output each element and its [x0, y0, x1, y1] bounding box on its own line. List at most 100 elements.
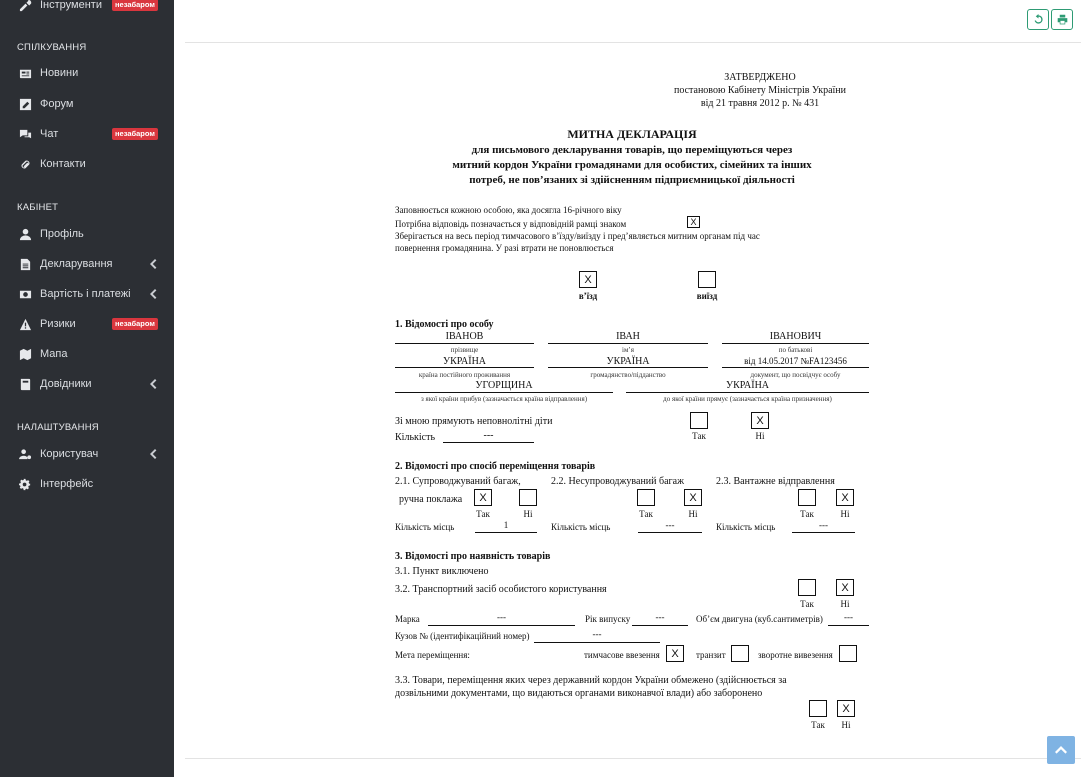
re-export-checkbox[interactable] — [839, 645, 857, 662]
children-question: Зі мною прямують неповнолітні діти — [395, 416, 553, 427]
brand-value[interactable]: --- — [428, 612, 575, 622]
document-subtitle-1: для письмового декларування товарів, що … — [471, 144, 793, 156]
section-1-heading: 1. Відомості про особу — [395, 319, 494, 330]
sample-mark-box: X — [687, 216, 700, 228]
children-no-label: Ні — [755, 431, 765, 441]
restricted-goods-no-checkbox[interactable]: X — [837, 700, 855, 717]
surname-label: прізвище — [450, 346, 479, 354]
document-label: документ, що посвідчує особу — [750, 371, 841, 379]
accompanied-no-checkbox[interactable] — [519, 489, 537, 506]
section-3-heading: 3. Відомості про наявність товарів — [395, 551, 551, 562]
map-icon — [18, 347, 32, 361]
sidebar-item-9[interactable]: Мапа — [0, 343, 174, 365]
approved-by: постановою Кабінету Міністрів України — [673, 85, 847, 96]
section-settings: НАЛАШТУВАННЯ — [17, 422, 99, 433]
citizenship-value[interactable]: УКРАЇНА — [548, 356, 708, 367]
vehicle-yes-checkbox[interactable] — [798, 579, 816, 596]
accompanied-yes-label: Так — [476, 509, 490, 519]
temporary-import-label: тимчасове ввезення — [584, 650, 660, 660]
children-yes-checkbox[interactable] — [690, 412, 708, 429]
intro-line-4: повернення громадянина. У разі втрати не… — [395, 243, 614, 253]
sidebar-item-label: Ризики — [40, 318, 76, 330]
unaccompanied-yes-label: Так — [639, 509, 653, 519]
vehicle-no-checkbox[interactable]: X — [836, 579, 854, 596]
document-value[interactable]: від 14.05.2017 №FA123456 — [722, 356, 869, 366]
accompanied-yes-checkbox[interactable]: X — [474, 489, 492, 506]
year-label: Рік випуску — [585, 614, 631, 624]
restricted-goods-yes-label: Так — [811, 720, 825, 730]
item-3-1: 3.1. Пункт виключено — [395, 566, 489, 577]
item-3-3-line-2: дозвільними документами, що видаються ор… — [395, 688, 763, 699]
sidebar-item-label: Довідники — [40, 378, 92, 390]
item-3-2: 3.2. Транспортний засіб особистого корис… — [395, 584, 607, 595]
children-count-value[interactable]: --- — [443, 430, 534, 441]
sidebar-item-label: Новини — [40, 67, 79, 79]
users-cog-icon — [18, 447, 32, 461]
year-value[interactable]: --- — [632, 612, 688, 622]
chevron-left-icon — [149, 259, 159, 269]
entry-checkbox[interactable]: X — [579, 271, 597, 288]
sidebar-item-8[interactable]: Ризики незабаром — [0, 313, 174, 335]
body-number-label: Кузов № (ідентифікаційний номер) — [395, 631, 530, 641]
name-value[interactable]: ІВАН — [548, 331, 708, 342]
from-country-value[interactable]: УГОРЩИНА — [395, 380, 613, 391]
newspaper-icon — [18, 66, 32, 80]
coming-soon-badge: незабаром — [112, 318, 158, 330]
vehicle-yes-label: Так — [800, 599, 814, 609]
sidebar-item-1[interactable]: Новини — [0, 62, 174, 84]
unaccompanied-places-value[interactable]: --- — [638, 520, 702, 530]
sidebar-item-0[interactable]: Інструменти незабаром — [0, 0, 174, 16]
sidebar-item-5[interactable]: Профіль — [0, 223, 174, 245]
document-subtitle-2: митний кордон України громадянами для ос… — [452, 159, 812, 171]
unaccompanied-yes-checkbox[interactable] — [637, 489, 655, 506]
intro-line-1: Заповнюється кожною особою, яка досягла … — [395, 205, 622, 215]
file-icon — [18, 257, 32, 271]
surname-value[interactable]: ІВАНОВ — [395, 331, 534, 342]
sidebar-item-10[interactable]: Довідники — [0, 373, 174, 395]
sidebar-item-label: Інструменти — [40, 0, 102, 11]
transit-checkbox[interactable] — [731, 645, 749, 662]
cargo-no-checkbox[interactable]: X — [836, 489, 854, 506]
approved-label: ЗАТВЕРДЖЕНО — [724, 72, 796, 83]
from-country-label: з якої країни прибув (зазначається країн… — [420, 395, 588, 403]
residence-value[interactable]: УКРАЇНА — [395, 356, 534, 367]
unaccompanied-no-checkbox[interactable]: X — [684, 489, 702, 506]
intro-line-2: Потрібна відповідь позначається у відпов… — [395, 219, 627, 229]
exit-checkbox[interactable] — [698, 271, 716, 288]
sidebar-item-label: Форум — [40, 98, 74, 110]
sidebar-item-label: Користувач — [40, 448, 99, 460]
sidebar-item-11[interactable]: Користувач — [0, 443, 174, 465]
sidebar-item-2[interactable]: Форум — [0, 93, 174, 115]
unaccompanied-baggage-label: 2.2. Несупроводжуваний багаж — [551, 476, 684, 487]
body-number-value[interactable]: --- — [534, 629, 660, 639]
sidebar-item-3[interactable]: Чат незабаром — [0, 123, 174, 145]
unaccompanied-no-label: Ні — [688, 509, 698, 519]
scroll-to-top-button[interactable] — [1047, 736, 1075, 764]
restricted-goods-yes-checkbox[interactable] — [809, 700, 827, 717]
children-no-checkbox[interactable]: X — [751, 412, 769, 429]
item-3-3-line-1: 3.3. Товари, переміщення яких через держ… — [395, 675, 787, 686]
patronymic-value[interactable]: ІВАНОВИЧ — [722, 331, 869, 342]
to-country-label: до якої країни прямує (зазначається краї… — [663, 395, 832, 403]
tools-icon — [18, 0, 32, 12]
temporary-import-checkbox[interactable]: X — [666, 645, 684, 662]
sidebar-item-12[interactable]: Інтерфейс — [0, 473, 174, 495]
sidebar-item-label: Контакти — [40, 158, 86, 170]
purpose-label: Мета переміщення: — [395, 650, 470, 660]
to-country-value[interactable]: УКРАЇНА — [626, 380, 869, 391]
chevron-left-icon — [149, 449, 159, 459]
accompanied-places-value[interactable]: 1 — [475, 520, 537, 530]
sidebar-item-6[interactable]: Декларування — [0, 253, 174, 275]
edit-icon — [18, 97, 32, 111]
patronymic-label: по батькові — [778, 346, 813, 354]
accompanied-baggage-label: 2.1. Супроводжуваний багаж, — [395, 476, 521, 487]
sidebar-item-label: Декларування — [40, 258, 113, 270]
children-count-label: Кількість — [395, 432, 436, 443]
cargo-places-value[interactable]: --- — [792, 520, 855, 530]
engine-value[interactable]: --- — [828, 612, 869, 622]
cargo-yes-checkbox[interactable] — [798, 489, 816, 506]
sidebar-item-7[interactable]: Вартість і платежі — [0, 283, 174, 305]
accompanied-places-label: Кількість місць — [395, 522, 455, 532]
cargo-shipment-label: 2.3. Вантажне відправлення — [716, 476, 835, 487]
sidebar-item-4[interactable]: Контакти — [0, 153, 174, 175]
